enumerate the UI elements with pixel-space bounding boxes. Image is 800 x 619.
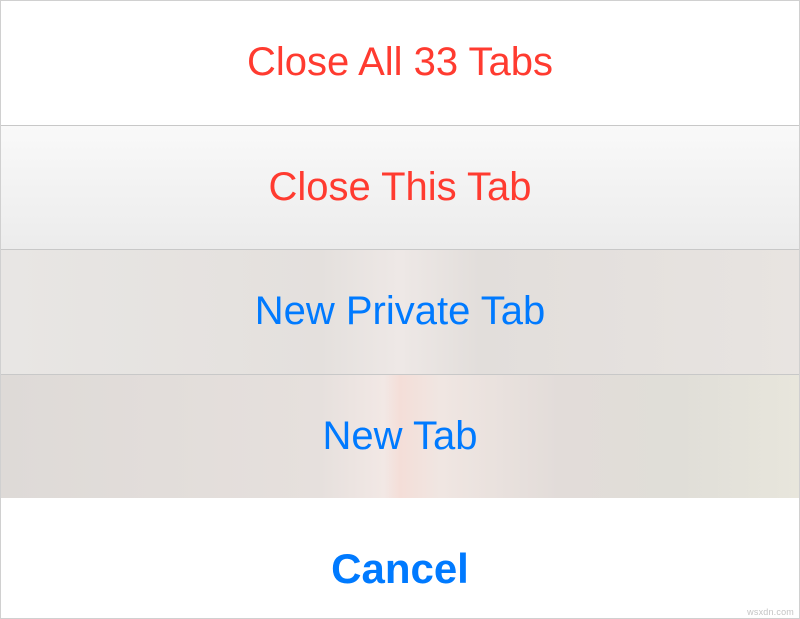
close-this-tab-label: Close This Tab (268, 165, 531, 210)
cancel-button[interactable]: Cancel (1, 520, 799, 618)
new-tab-label: New Tab (323, 414, 478, 459)
new-private-tab-button[interactable]: New Private Tab (1, 250, 799, 375)
watermark: wsxdn.com (747, 607, 794, 617)
group-separator (1, 498, 799, 520)
close-this-tab-button[interactable]: Close This Tab (1, 126, 799, 251)
new-tab-button[interactable]: New Tab (1, 375, 799, 499)
cancel-label: Cancel (331, 545, 469, 593)
close-all-tabs-button[interactable]: Close All 33 Tabs (1, 1, 799, 126)
close-all-tabs-label: Close All 33 Tabs (247, 40, 553, 85)
new-private-tab-label: New Private Tab (255, 289, 546, 334)
action-sheet: Close All 33 Tabs Close This Tab New Pri… (0, 0, 800, 619)
action-sheet-options: Close All 33 Tabs Close This Tab New Pri… (1, 1, 799, 498)
